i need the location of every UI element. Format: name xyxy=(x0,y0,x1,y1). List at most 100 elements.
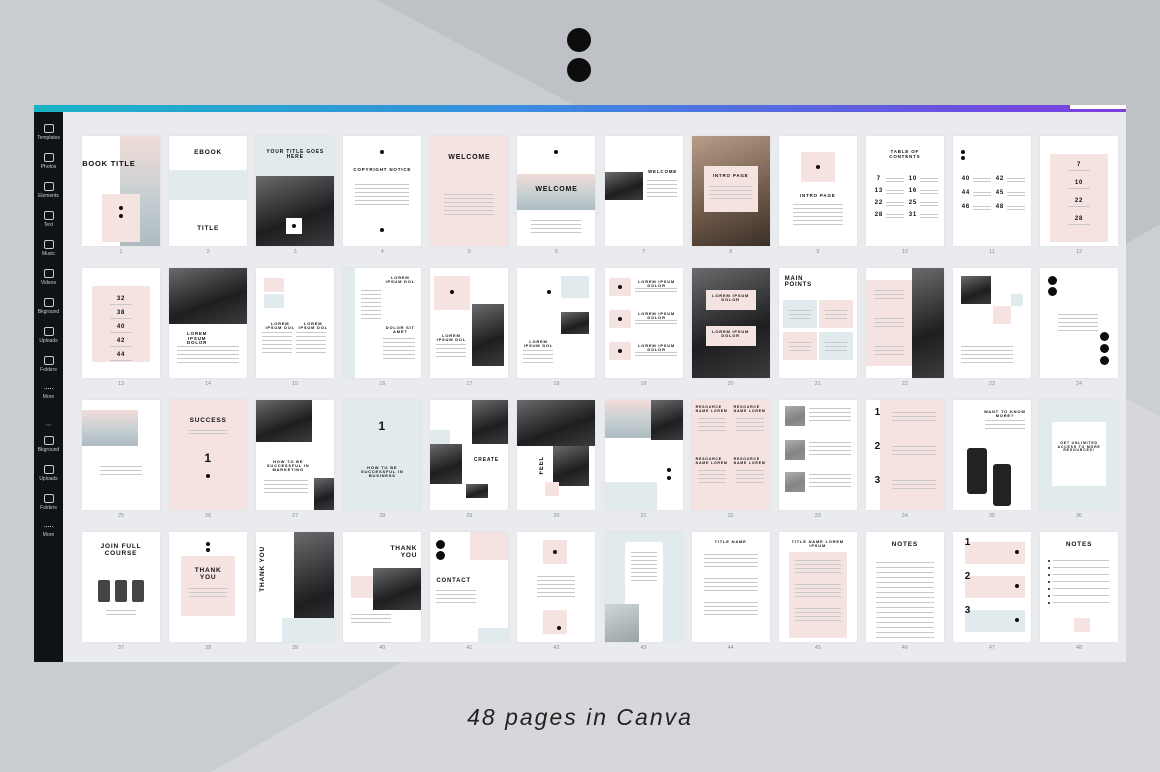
page-canvas[interactable]: WELCOME xyxy=(430,136,509,246)
page-canvas[interactable] xyxy=(778,400,857,510)
page-thumbnail-34[interactable]: 1 2 3 34 xyxy=(865,400,944,532)
page-thumbnail-18[interactable]: LOREM IPSUM DOL 18 xyxy=(517,268,596,400)
page-thumbnail-45[interactable]: TITLE NAME LOREM IPSUM 45 xyxy=(778,532,857,662)
page-canvas[interactable]: GET UNLIMITED ACCESS TO MORE RESOURCES! xyxy=(1040,400,1119,510)
page-canvas[interactable] xyxy=(604,532,683,642)
page-canvas[interactable]: LOREM IPSUM DOL LOREM IPSUM DOL xyxy=(256,268,335,378)
page-canvas[interactable]: 1 2 3 xyxy=(865,400,944,510)
page-thumbnail-35[interactable]: WANT TO KNOW MORE? 35 xyxy=(952,400,1031,532)
page-canvas[interactable]: WANT TO KNOW MORE? xyxy=(952,400,1031,510)
page-canvas[interactable]: 40 42 44 45 46 48 xyxy=(952,136,1031,246)
page-thumbnail-27[interactable]: HOW TO BE SUCCESSFUL IN MARKETING 27 xyxy=(256,400,335,532)
page-canvas[interactable]: EBOOK TITLE xyxy=(169,136,248,246)
page-canvas[interactable]: 1 2 3 xyxy=(952,532,1031,642)
page-thumbnail-25[interactable]: 25 xyxy=(82,400,160,532)
sidebar-item-folders[interactable]: Folders xyxy=(34,350,63,379)
page-canvas[interactable]: HOW TO BE SUCCESSFUL IN MARKETING xyxy=(256,400,335,510)
page-canvas[interactable] xyxy=(517,532,596,642)
page-canvas[interactable] xyxy=(82,400,160,510)
page-canvas[interactable]: MAIN POINTS xyxy=(778,268,857,378)
page-canvas[interactable]: TITLE NAME LOREM IPSUM xyxy=(778,532,857,642)
sidebar-item-music[interactable]: Music xyxy=(34,234,63,263)
page-thumbnail-40[interactable]: THANK YOU 40 xyxy=(343,532,422,662)
page-thumbnail-33[interactable]: 33 xyxy=(778,400,857,532)
page-canvas[interactable]: CONTACT xyxy=(430,532,509,642)
page-thumbnail-13[interactable]: 32 38 40 42 44 13 xyxy=(82,268,160,400)
page-thumbnail-6[interactable]: WELCOME 6 xyxy=(517,136,596,268)
page-canvas[interactable] xyxy=(1040,268,1119,378)
page-canvas[interactable] xyxy=(952,268,1031,378)
page-canvas[interactable]: THANK YOU xyxy=(343,532,422,642)
page-canvas[interactable]: LOREM IPSUM DOLOR LOREM IPSUM DOLOR xyxy=(691,268,770,378)
page-canvas[interactable]: NOTES xyxy=(1040,532,1119,642)
page-thumbnail-12[interactable]: 7 10 22 28 12 xyxy=(1040,136,1119,268)
page-canvas[interactable]: LOREM IPSUM DOLOR LOREM IPSUM DOLOR LOREM … xyxy=(604,268,683,378)
page-canvas[interactable]: THANK YOU xyxy=(169,532,248,642)
sidebar-item-text[interactable]: Text xyxy=(34,205,63,234)
page-thumbnail-19[interactable]: LOREM IPSUM DOLOR LOREM IPSUM DOLOR LOREM … xyxy=(604,268,683,400)
page-thumbnail-30[interactable]: FEEL 30 xyxy=(517,400,596,532)
page-canvas[interactable]: RESOURCE NAME LOREM RESOURCE NAME LOREM RE… xyxy=(691,400,770,510)
page-thumbnail-42[interactable]: 42 xyxy=(517,532,596,662)
page-thumbnail-44[interactable]: TITLE NAME 44 xyxy=(691,532,770,662)
sidebar-item-photos[interactable]: Photos xyxy=(34,147,63,176)
page-thumbnail-29[interactable]: CREATE 29 xyxy=(430,400,509,532)
sidebar-item-bkground[interactable]: Bkground xyxy=(34,430,63,459)
page-thumbnail-46[interactable]: NOTES 46 xyxy=(865,532,944,662)
page-canvas[interactable]: 7 10 22 28 xyxy=(1040,136,1119,246)
page-thumbnail-36[interactable]: GET UNLIMITED ACCESS TO MORE RESOURCES! 3… xyxy=(1040,400,1119,532)
page-thumbnail-43[interactable]: 43 xyxy=(604,532,683,662)
page-thumbnail-20[interactable]: LOREM IPSUM DOLOR LOREM IPSUM DOLOR 20 xyxy=(691,268,770,400)
page-thumbnail-14[interactable]: LOREM IPSUM DOLOR 14 xyxy=(169,268,248,400)
page-canvas[interactable]: COPYRIGHT NOTICE xyxy=(343,136,422,246)
page-thumbnail-32[interactable]: RESOURCE NAME LOREM RESOURCE NAME LOREM RE… xyxy=(691,400,770,532)
sidebar-item-uploads[interactable]: Uploads xyxy=(34,459,63,488)
page-thumbnail-47[interactable]: 1 2 3 47 xyxy=(952,532,1031,662)
sidebar-item-more[interactable]: More xyxy=(34,379,63,408)
page-thumbnail-4[interactable]: COPYRIGHT NOTICE 4 xyxy=(343,136,422,268)
page-thumbnail-3[interactable]: YOUR TITLE GOES HERE 3 xyxy=(256,136,335,268)
page-thumbnail-17[interactable]: LOREM IPSUM DOL 17 xyxy=(430,268,509,400)
page-canvas[interactable]: YOUR TITLE GOES HERE xyxy=(256,136,335,246)
page-thumbnail-9[interactable]: INTRO PAGE 9 xyxy=(778,136,857,268)
page-canvas[interactable]: 32 38 40 42 44 xyxy=(82,268,160,378)
page-thumbnail-48[interactable]: NOTES 48 xyxy=(1040,532,1119,662)
page-canvas[interactable] xyxy=(604,400,683,510)
page-thumbnail-38[interactable]: THANK YOU 38 xyxy=(169,532,248,662)
page-canvas[interactable]: INTRO PAGE xyxy=(691,136,770,246)
page-canvas[interactable]: 1 HOW TO BE SUCCESSFUL IN BUSINESS xyxy=(343,400,422,510)
page-canvas[interactable] xyxy=(865,268,944,378)
page-thumbnail-1[interactable]: EBOOK TITLE 1 xyxy=(82,136,160,268)
page-thumbnail-28[interactable]: 1 HOW TO BE SUCCESSFUL IN BUSINESS 28 xyxy=(343,400,422,532)
page-canvas[interactable]: TABLE OF CONTENTS 7 10 13 16 22 25 28 31 xyxy=(865,136,944,246)
page-canvas[interactable]: NOTES xyxy=(865,532,944,642)
page-thumbnail-31[interactable]: 31 xyxy=(604,400,683,532)
page-thumbnail-26[interactable]: SUCCESS 1 26 xyxy=(169,400,248,532)
page-canvas[interactable]: SUCCESS 1 xyxy=(169,400,248,510)
page-canvas[interactable]: FEEL xyxy=(517,400,596,510)
page-canvas[interactable]: WELCOME xyxy=(604,136,683,246)
page-thumbnail-8[interactable]: INTRO PAGE 8 xyxy=(691,136,770,268)
sidebar-item-bkground[interactable]: Bkground xyxy=(34,292,63,321)
page-thumbnail-39[interactable]: THANK YOU 39 xyxy=(256,532,335,662)
sidebar-item-uploads[interactable]: Uploads xyxy=(34,321,63,350)
page-canvas[interactable]: WELCOME xyxy=(517,136,596,246)
page-thumbnail-24[interactable]: 24 xyxy=(1040,268,1119,400)
page-canvas[interactable]: LOREM IPSUM DOL xyxy=(430,268,509,378)
page-canvas[interactable]: LOREM IPSUM DOL xyxy=(517,268,596,378)
sidebar-item-templates[interactable]: Templates xyxy=(34,118,63,147)
page-thumbnail-5[interactable]: WELCOME 5 xyxy=(430,136,509,268)
sidebar-item-folders[interactable]: Folders xyxy=(34,488,63,517)
page-thumbnail-21[interactable]: MAIN POINTS 21 xyxy=(778,268,857,400)
page-thumbnail-37[interactable]: JOIN FULL COURSE 37 xyxy=(82,532,160,662)
page-canvas[interactable]: EBOOK TITLE xyxy=(82,136,160,246)
page-thumbnail-23[interactable]: 23 xyxy=(952,268,1031,400)
page-canvas[interactable]: JOIN FULL COURSE xyxy=(82,532,160,642)
page-thumbnail-7[interactable]: WELCOME 7 xyxy=(604,136,683,268)
page-thumbnail-2[interactable]: EBOOK TITLE 2 xyxy=(169,136,248,268)
sidebar-item-videos[interactable]: Videos xyxy=(34,263,63,292)
page-thumbnail-41[interactable]: CONTACT 41 xyxy=(430,532,509,662)
page-canvas[interactable]: LOREM IPSUM DOL DOLOR SIT AMET xyxy=(343,268,422,378)
sidebar-item-more[interactable]: More xyxy=(34,517,63,546)
sidebar-item-elements[interactable]: Elements xyxy=(34,176,63,205)
